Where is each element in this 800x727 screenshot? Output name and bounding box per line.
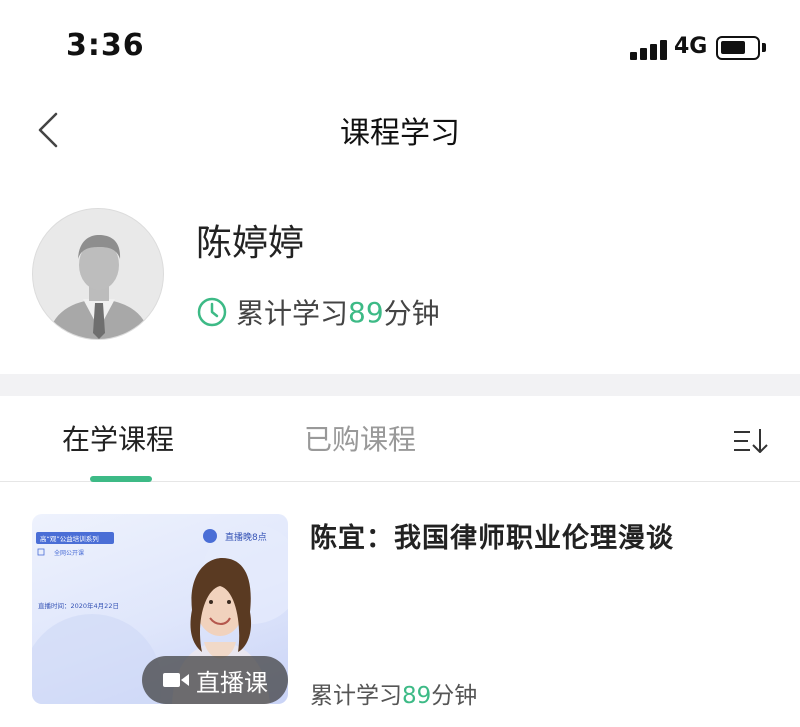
status-time: 3:36 xyxy=(66,28,145,63)
signal-icon xyxy=(630,38,668,60)
tab-studying-courses[interactable]: 在学课程 xyxy=(62,418,174,458)
battery-icon xyxy=(716,36,760,60)
user-name: 陈婷婷 xyxy=(196,223,305,264)
profile-section: 陈婷婷 累计学习 89 分钟 xyxy=(0,170,800,374)
course-tabs: 在学课程 已购课程 xyxy=(0,396,800,482)
study-prefix: 累计学习 xyxy=(236,297,349,330)
study-minutes: 89 xyxy=(348,295,384,329)
sub-tag: 全网公开课 xyxy=(54,549,84,557)
avatar xyxy=(32,208,164,340)
live-course-badge: 直播课 xyxy=(142,656,288,704)
series-tag: 高“观”公益培训系列 xyxy=(40,534,99,543)
logo-text: 直播晚8点 xyxy=(225,531,267,543)
battery-cap xyxy=(762,43,766,52)
course-study-suffix: 分钟 xyxy=(431,683,478,709)
section-divider xyxy=(0,374,800,396)
badge-label: 直播课 xyxy=(196,668,268,697)
course-list-item[interactable]: 高“观”公益培训系列 全网公开课 直播时间：2020年4月22日 直播晚8点 直… xyxy=(0,482,800,727)
study-suffix: 分钟 xyxy=(383,297,440,330)
nav-bar: 课程学习 xyxy=(0,90,800,170)
clock-icon xyxy=(197,297,227,327)
live-date: 直播时间：2020年4月22日 xyxy=(38,601,119,610)
course-title: 陈宜：我国律师职业伦理漫谈 xyxy=(310,523,674,554)
course-thumbnail: 高“观”公益培训系列 全网公开课 直播时间：2020年4月22日 直播晚8点 直… xyxy=(32,514,288,704)
course-study-time: 累计学习89分钟 xyxy=(310,676,477,710)
course-study-prefix: 累计学习 xyxy=(310,683,402,709)
total-study-time: 累计学习 89 分钟 xyxy=(196,292,440,332)
page-title: 课程学习 xyxy=(340,116,460,151)
tab-purchased-courses[interactable]: 已购课程 xyxy=(304,418,416,458)
course-study-minutes: 89 xyxy=(402,683,432,709)
sort-icon[interactable] xyxy=(732,426,770,456)
video-camera-icon xyxy=(163,673,189,687)
network-type: 4G xyxy=(674,34,708,59)
avatar-placeholder-icon xyxy=(47,235,151,339)
status-bar: 3:36 4G xyxy=(0,0,800,90)
